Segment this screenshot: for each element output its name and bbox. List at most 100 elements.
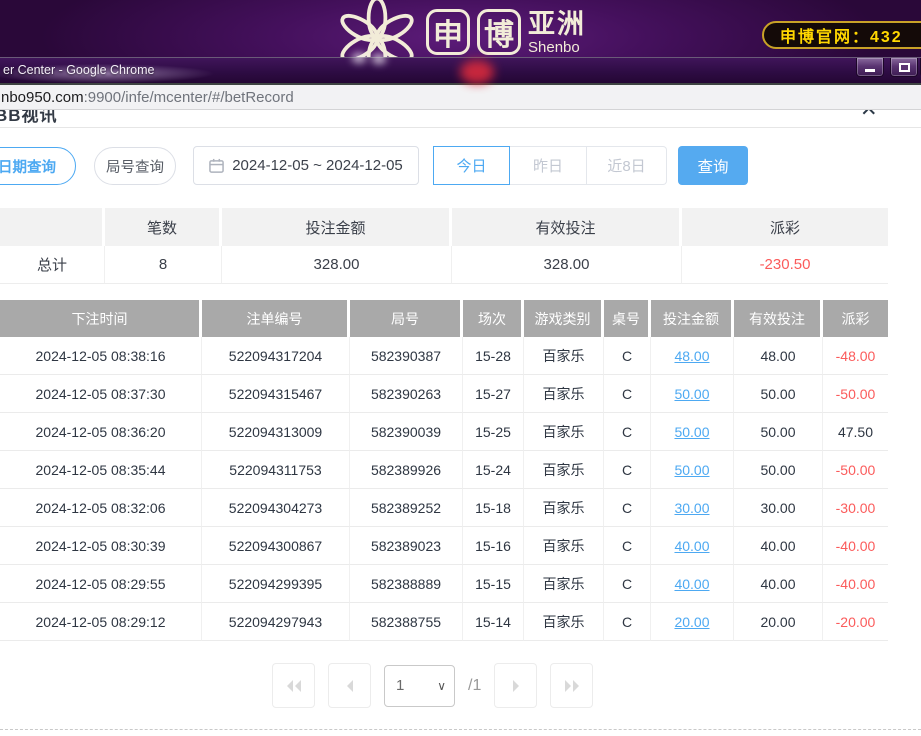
bet-record-table: 下注时间 注单编号 局号 场次 游戏类别 桌号 投注金额 有效投注 派彩 202… bbox=[0, 300, 888, 641]
table-row: 2024-12-05 08:36:20522094313009582390039… bbox=[0, 413, 888, 451]
round-query-tab[interactable]: 局号查询 bbox=[94, 147, 176, 185]
last-page-icon bbox=[563, 679, 581, 693]
page-total-label: /1 bbox=[468, 677, 481, 695]
table-cell: 20.00 bbox=[734, 603, 823, 641]
bet-amount-link[interactable]: 50.00 bbox=[651, 375, 734, 413]
browser-titlebar: er Center - Google Chrome bbox=[0, 57, 921, 83]
table-cell: 522094313009 bbox=[202, 413, 350, 451]
table-cell: 15-15 bbox=[463, 565, 524, 603]
logo-region-text: 亚洲 bbox=[528, 11, 586, 38]
table-cell: 582390263 bbox=[350, 375, 463, 413]
summary-bet-amount-value: 328.00 bbox=[222, 246, 452, 284]
page-select[interactable]: 1 ∨ bbox=[384, 665, 455, 707]
table-row: 2024-12-05 08:37:30522094315467582390263… bbox=[0, 375, 888, 413]
table-row: 2024-12-05 08:35:44522094311753582389926… bbox=[0, 451, 888, 489]
date-range-input[interactable]: 2024-12-05 ~ 2024-12-05 bbox=[193, 146, 419, 185]
summary-payout-value: -230.50 bbox=[682, 246, 888, 284]
table-cell: 2024-12-05 08:32:06 bbox=[0, 489, 202, 527]
first-page-button[interactable] bbox=[272, 663, 315, 708]
next-page-button[interactable] bbox=[494, 663, 537, 708]
logo-char-shen: 申 bbox=[426, 9, 470, 55]
table-cell: 2024-12-05 08:29:12 bbox=[0, 603, 202, 641]
search-button[interactable]: 查询 bbox=[678, 146, 748, 185]
table-cell: 582389926 bbox=[350, 451, 463, 489]
table-cell: 2024-12-05 08:38:16 bbox=[0, 337, 202, 375]
table-cell: 522094299395 bbox=[202, 565, 350, 603]
table-row: 2024-12-05 08:32:06522094304273582389252… bbox=[0, 489, 888, 527]
bet-amount-link[interactable]: 48.00 bbox=[651, 337, 734, 375]
today-button[interactable]: 今日 bbox=[433, 146, 510, 185]
table-cell: -40.00 bbox=[823, 565, 888, 603]
official-site-text: 申博官网：432 bbox=[780, 23, 903, 47]
window-title: er Center - Google Chrome bbox=[3, 63, 154, 77]
table-cell: 48.00 bbox=[734, 337, 823, 375]
table-cell: 50.00 bbox=[734, 375, 823, 413]
table-cell: 40.00 bbox=[734, 565, 823, 603]
bet-amount-link[interactable]: 50.00 bbox=[651, 413, 734, 451]
table-cell: 582390387 bbox=[350, 337, 463, 375]
header-bet-amount: 投注金额 bbox=[651, 300, 734, 337]
summary-header-valid-bet: 有效投注 bbox=[452, 208, 682, 246]
summary-header-row: 笔数 投注金额 有效投注 派彩 bbox=[0, 208, 888, 246]
table-cell: C bbox=[604, 337, 651, 375]
table-cell: 百家乐 bbox=[524, 527, 604, 565]
bet-amount-link[interactable]: 20.00 bbox=[651, 603, 734, 641]
table-cell: -48.00 bbox=[823, 337, 888, 375]
url-path: :9900/infe/mcenter/#/betRecord bbox=[84, 89, 294, 106]
table-cell: -40.00 bbox=[823, 527, 888, 565]
header-session: 场次 bbox=[463, 300, 524, 337]
table-cell: C bbox=[604, 413, 651, 451]
table-cell: 522094304273 bbox=[202, 489, 350, 527]
logo-latin-text: Shenbo bbox=[528, 40, 586, 55]
table-cell: 百家乐 bbox=[524, 603, 604, 641]
table-cell: 40.00 bbox=[734, 527, 823, 565]
table-cell: C bbox=[604, 603, 651, 641]
table-cell: 15-24 bbox=[463, 451, 524, 489]
bet-amount-link[interactable]: 40.00 bbox=[651, 527, 734, 565]
table-cell: 百家乐 bbox=[524, 451, 604, 489]
table-cell: C bbox=[604, 527, 651, 565]
pagination: 1 ∨ /1 bbox=[272, 663, 593, 708]
brand-banner: 申 博 亚洲 Shenbo 申博官网：432 bbox=[0, 0, 921, 57]
yesterday-button[interactable]: 昨日 bbox=[510, 146, 587, 185]
table-cell: -20.00 bbox=[823, 603, 888, 641]
table-cell: C bbox=[604, 489, 651, 527]
table-cell: 百家乐 bbox=[524, 413, 604, 451]
first-page-icon bbox=[285, 679, 303, 693]
table-cell: 2024-12-05 08:29:55 bbox=[0, 565, 202, 603]
blurred-red-decoration bbox=[460, 60, 494, 84]
summary-valid-bet-value: 328.00 bbox=[452, 246, 682, 284]
table-row: 2024-12-05 08:30:39522094300867582389023… bbox=[0, 527, 888, 565]
maximize-button[interactable] bbox=[890, 58, 918, 77]
last-page-button[interactable] bbox=[550, 663, 593, 708]
last-8-days-button[interactable]: 近8日 bbox=[587, 146, 667, 185]
bet-record-panel: BB视讯 ✕ 日期查询 局号查询 2024-12-05 ~ 2024-12-05… bbox=[0, 110, 921, 736]
table-cell: 2024-12-05 08:35:44 bbox=[0, 451, 202, 489]
bet-amount-link[interactable]: 30.00 bbox=[651, 489, 734, 527]
table-cell: 50.00 bbox=[734, 413, 823, 451]
bet-amount-link[interactable]: 40.00 bbox=[651, 565, 734, 603]
table-cell: 522094315467 bbox=[202, 375, 350, 413]
bet-amount-link[interactable]: 50.00 bbox=[651, 451, 734, 489]
blur-dot bbox=[352, 53, 366, 63]
table-cell: 2024-12-05 08:30:39 bbox=[0, 527, 202, 565]
next-page-icon bbox=[511, 679, 521, 693]
table-cell: -50.00 bbox=[823, 451, 888, 489]
blur-dot bbox=[372, 54, 386, 64]
table-cell: 582390039 bbox=[350, 413, 463, 451]
browser-urlbar[interactable]: nbo950.com:9900/infe/mcenter/#/betRecord bbox=[0, 83, 921, 110]
table-cell: C bbox=[604, 451, 651, 489]
table-row: 2024-12-05 08:29:55522094299395582388889… bbox=[0, 565, 888, 603]
table-cell: 582389252 bbox=[350, 489, 463, 527]
heading-divider bbox=[0, 127, 921, 128]
date-query-tab[interactable]: 日期查询 bbox=[0, 147, 76, 185]
minimize-button[interactable] bbox=[856, 58, 884, 77]
maximize-icon bbox=[899, 63, 910, 72]
summary-count-value: 8 bbox=[105, 246, 222, 284]
table-cell: 15-18 bbox=[463, 489, 524, 527]
summary-table: 笔数 投注金额 有效投注 派彩 总计 8 328.00 328.00 -230.… bbox=[0, 208, 888, 284]
prev-page-button[interactable] bbox=[328, 663, 371, 708]
bet-table-header-row: 下注时间 注单编号 局号 场次 游戏类别 桌号 投注金额 有效投注 派彩 bbox=[0, 300, 888, 337]
bottom-dashed-divider bbox=[0, 729, 921, 730]
table-cell: C bbox=[604, 565, 651, 603]
